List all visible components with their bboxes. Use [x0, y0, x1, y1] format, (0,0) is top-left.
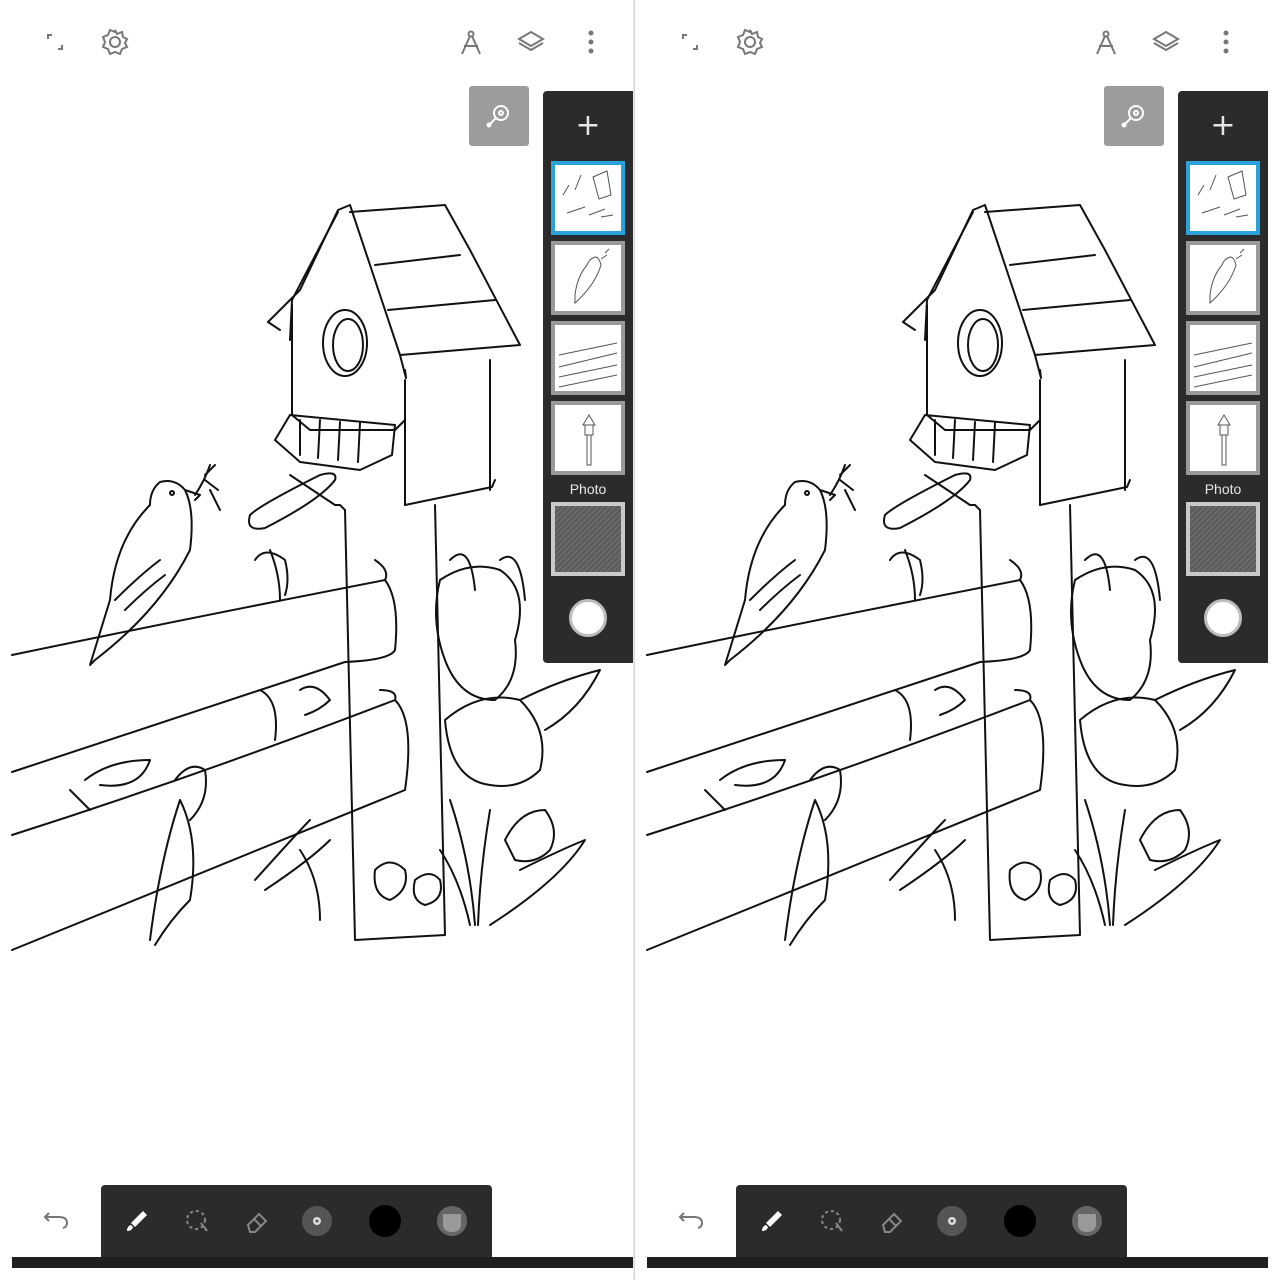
photo-layer-label: Photo — [569, 481, 607, 497]
layer-thumbnail-bird[interactable] — [551, 241, 625, 315]
photo-layer-label: Photo — [1204, 481, 1242, 497]
drawing-canvas[interactable] — [0, 0, 633, 1280]
brush-size-icon[interactable] — [932, 1201, 972, 1241]
screen-left: + Photo — [0, 0, 633, 1280]
layers-icon[interactable] — [511, 22, 551, 62]
layer-thumbnail-fence[interactable] — [1186, 321, 1260, 395]
layer-thumbnail-fence[interactable] — [551, 321, 625, 395]
layer-thumbnail-scene[interactable] — [1186, 161, 1260, 235]
layer-thumbnail-scene[interactable] — [551, 161, 625, 235]
magnifier-icon[interactable] — [469, 86, 529, 146]
fullscreen-icon[interactable] — [35, 22, 75, 62]
undo-icon[interactable] — [36, 1198, 76, 1238]
more-vert-icon[interactable] — [1206, 22, 1246, 62]
eraser-icon[interactable] — [237, 1201, 277, 1241]
tool-bar — [101, 1185, 492, 1257]
perspective-guide-icon[interactable] — [1086, 22, 1126, 62]
screen-right: + Photo — [634, 0, 1268, 1280]
add-layer-button[interactable]: + — [573, 111, 603, 141]
circle-icon[interactable] — [569, 599, 607, 637]
settings-icon[interactable] — [730, 22, 770, 62]
magnifier-icon[interactable] — [1104, 86, 1164, 146]
lasso-select-icon[interactable] — [177, 1201, 217, 1241]
brush-icon[interactable] — [752, 1201, 792, 1241]
color-swatch-icon[interactable] — [1000, 1201, 1040, 1241]
top-bar — [0, 0, 633, 85]
perspective-guide-icon[interactable] — [451, 22, 491, 62]
photo-layer-thumbnail[interactable] — [551, 502, 625, 576]
top-bar — [635, 0, 1268, 85]
more-vert-icon[interactable] — [571, 22, 611, 62]
bottom-edge — [647, 1257, 1268, 1268]
eraser-icon[interactable] — [872, 1201, 912, 1241]
add-layer-button[interactable]: + — [1208, 111, 1238, 141]
drawing-canvas[interactable] — [635, 0, 1268, 1280]
tool-bar — [736, 1185, 1127, 1257]
undo-icon[interactable] — [671, 1198, 711, 1238]
layers-panel: + Photo — [1178, 91, 1268, 663]
layer-thumbnail-bird[interactable] — [1186, 241, 1260, 315]
brush-size-icon[interactable] — [297, 1201, 337, 1241]
layers-panel: + Photo — [543, 91, 633, 663]
layers-icon[interactable] — [1146, 22, 1186, 62]
layer-thumbnail-birdhouse[interactable] — [551, 401, 625, 475]
settings-icon[interactable] — [95, 22, 135, 62]
brush-opacity-icon[interactable] — [432, 1201, 472, 1241]
color-swatch-icon[interactable] — [365, 1201, 405, 1241]
brush-opacity-icon[interactable] — [1067, 1201, 1107, 1241]
photo-layer-thumbnail[interactable] — [1186, 502, 1260, 576]
bottom-edge — [12, 1257, 633, 1268]
layer-thumbnail-birdhouse[interactable] — [1186, 401, 1260, 475]
brush-icon[interactable] — [117, 1201, 157, 1241]
circle-icon[interactable] — [1204, 599, 1242, 637]
fullscreen-icon[interactable] — [670, 22, 710, 62]
lasso-select-icon[interactable] — [812, 1201, 852, 1241]
